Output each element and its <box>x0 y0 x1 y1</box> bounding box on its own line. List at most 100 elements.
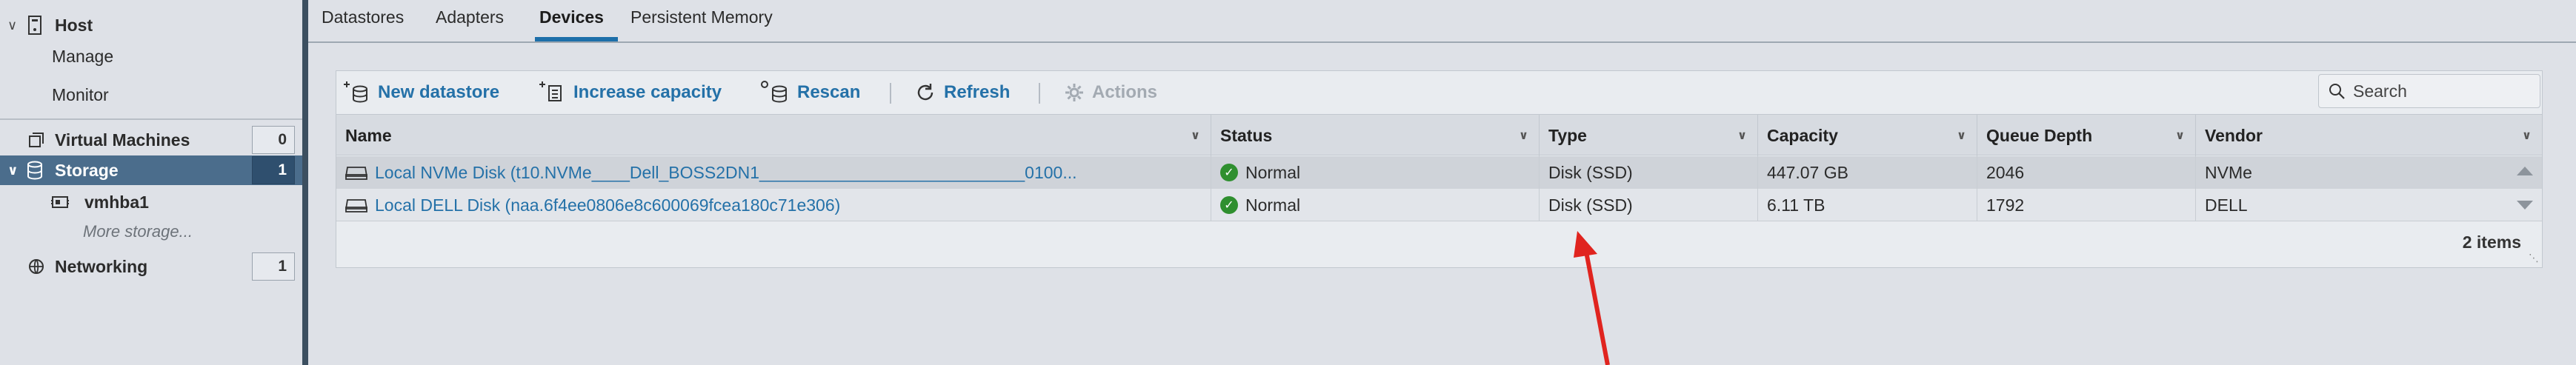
resize-grip-icon[interactable]: ⋱ <box>2529 252 2539 264</box>
sidebar-item-label: Monitor <box>52 84 109 104</box>
refresh-icon <box>917 84 933 101</box>
chevron-down-icon[interactable]: ∨ <box>1957 128 1966 143</box>
actions-label: Actions <box>1092 82 1158 102</box>
table-row[interactable]: Local DELL Disk (naa.6f4ee0806e8c600069f… <box>336 189 2542 221</box>
search-box[interactable] <box>2318 74 2540 108</box>
sidebar-item-label: Host <box>55 15 93 35</box>
sidebar-item-networking[interactable]: Networking 1 <box>0 252 302 281</box>
storage-count-badge: 1 <box>252 156 295 184</box>
chevron-down-icon[interactable]: ∨ <box>2522 128 2532 143</box>
host-icon <box>25 16 44 35</box>
sidebar-item-label: Networking <box>55 256 148 276</box>
increase-capacity-label: Increase capacity <box>573 82 722 102</box>
new-datastore-button[interactable]: New datastore <box>342 71 499 114</box>
device-name[interactable]: Local DELL Disk (naa.6f4ee0806e8c600069f… <box>375 195 840 215</box>
item-count: 2 items <box>2462 232 2521 252</box>
storage-adapter-icon <box>50 192 70 212</box>
increase-capacity-icon <box>539 81 562 101</box>
grid-header: Name ∨ Status ∨ Type ∨ Capacity ∨ Queue … <box>336 114 2542 156</box>
sidebar-item-monitor[interactable]: Monitor <box>0 81 302 108</box>
column-header-label: Status <box>1220 125 1273 145</box>
device-name[interactable]: Local NVMe Disk (t10.NVMe____Dell_BOSS2D… <box>375 163 1077 183</box>
device-name-cell[interactable]: Local DELL Disk (naa.6f4ee0806e8c600069f… <box>336 189 1211 221</box>
vendor-cell: NVMe <box>2196 156 2542 189</box>
rescan-label: Rescan <box>797 82 861 102</box>
networking-count-badge: 1 <box>252 252 295 281</box>
sidebar-item-label: Storage <box>55 160 119 180</box>
sidebar-divider <box>0 118 302 120</box>
capacity-cell: 6.11 TB <box>1758 189 1977 221</box>
tab-persistent-memory[interactable]: Persistent Memory <box>630 7 773 27</box>
sidebar-resize-handle[interactable] <box>302 0 308 365</box>
tab-devices[interactable]: Devices <box>539 7 604 27</box>
chevron-down-icon[interactable]: ∨ <box>1191 128 1200 143</box>
storage-icon <box>25 161 44 180</box>
type-cell: Disk (SSD) <box>1540 189 1758 221</box>
device-name-cell[interactable]: Local NVMe Disk (t10.NVMe____Dell_BOSS2D… <box>336 156 1211 189</box>
sidebar-item-more-storage[interactable]: More storage... <box>0 218 302 245</box>
vendor-text: DELL <box>2205 195 2248 215</box>
column-header-label: Name <box>345 125 392 145</box>
sidebar-item-virtual-machines[interactable]: Virtual Machines 0 <box>0 125 302 155</box>
column-header-vendor[interactable]: Vendor ∨ <box>2196 115 2542 156</box>
type-cell: Disk (SSD) <box>1540 156 1758 189</box>
capacity-cell: 447.07 GB <box>1758 156 1977 189</box>
check-circle-icon: ✓ <box>1220 196 1238 214</box>
virtual-machines-icon <box>27 130 46 150</box>
vendor-cell: DELL <box>2196 189 2542 221</box>
networking-icon <box>27 257 46 276</box>
rescan-icon <box>761 81 787 103</box>
sidebar-item-vmhba1[interactable]: vmhba1 <box>0 189 302 215</box>
tab-adapters[interactable]: Adapters <box>436 7 504 27</box>
devices-panel: New datastore Increase capacity Rescan R… <box>336 70 2543 268</box>
column-header-type[interactable]: Type ∨ <box>1540 115 1758 156</box>
queue-depth-cell: 2046 <box>1977 156 2196 189</box>
active-tab-indicator <box>535 37 618 41</box>
status-text: Normal <box>1245 162 1301 182</box>
scroll-up-icon[interactable] <box>2517 167 2533 175</box>
column-header-label: Vendor <box>2205 125 2263 145</box>
column-header-status[interactable]: Status ∨ <box>1211 115 1540 156</box>
refresh-label: Refresh <box>944 82 1011 102</box>
actions-button[interactable]: Actions <box>1064 71 1157 114</box>
column-header-name[interactable]: Name ∨ <box>336 115 1211 156</box>
sidebar-item-host[interactable]: ∨ Host <box>0 12 302 38</box>
sidebar-item-label: Virtual Machines <box>55 130 190 150</box>
devices-toolbar: New datastore Increase capacity Rescan R… <box>336 71 2542 114</box>
column-header-label: Capacity <box>1767 125 1838 145</box>
gear-icon <box>1065 84 1083 101</box>
search-icon <box>2329 84 2345 99</box>
queue-depth-cell: 1792 <box>1977 189 2196 221</box>
disk-icon <box>345 167 367 180</box>
new-datastore-icon <box>344 81 367 103</box>
chevron-down-icon[interactable]: ∨ <box>1519 128 1528 143</box>
sidebar-item-storage[interactable]: ∨ Storage 1 <box>0 155 302 185</box>
chevron-down-icon[interactable]: ∨ <box>2175 128 2185 143</box>
column-header-queue-depth[interactable]: Queue Depth ∨ <box>1977 115 2196 156</box>
column-header-label: Type <box>1548 125 1587 145</box>
navigator-sidebar: ∨ Host Manage Monitor Virtual Machines 0… <box>0 0 302 365</box>
sidebar-item-label: More storage... <box>83 222 193 241</box>
tab-datastores[interactable]: Datastores <box>322 7 404 27</box>
increase-capacity-button[interactable]: Increase capacity <box>538 71 722 114</box>
status-cell: ✓ Normal <box>1211 189 1540 221</box>
status-cell: ✓ Normal <box>1211 156 1540 189</box>
disk-icon <box>345 199 367 212</box>
column-header-capacity[interactable]: Capacity ∨ <box>1758 115 1977 156</box>
chevron-down-icon[interactable]: ∨ <box>7 18 17 33</box>
chevron-down-icon[interactable]: ∨ <box>1737 128 1747 143</box>
table-row[interactable]: Local NVMe Disk (t10.NVMe____Dell_BOSS2D… <box>336 156 2542 189</box>
toolbar-separator <box>890 83 891 104</box>
check-circle-icon: ✓ <box>1220 164 1238 181</box>
new-datastore-label: New datastore <box>378 82 500 102</box>
sidebar-item-manage[interactable]: Manage <box>0 43 302 70</box>
scroll-down-icon[interactable] <box>2517 201 2533 210</box>
search-input[interactable] <box>2353 81 2523 101</box>
toolbar-separator <box>1039 83 1040 104</box>
status-text: Normal <box>1245 195 1301 215</box>
sidebar-item-label: Manage <box>52 46 114 66</box>
chevron-down-icon[interactable]: ∨ <box>7 163 19 178</box>
column-header-label: Queue Depth <box>1986 125 2093 145</box>
rescan-button[interactable]: Rescan <box>760 71 860 114</box>
refresh-button[interactable]: Refresh <box>914 71 1010 114</box>
